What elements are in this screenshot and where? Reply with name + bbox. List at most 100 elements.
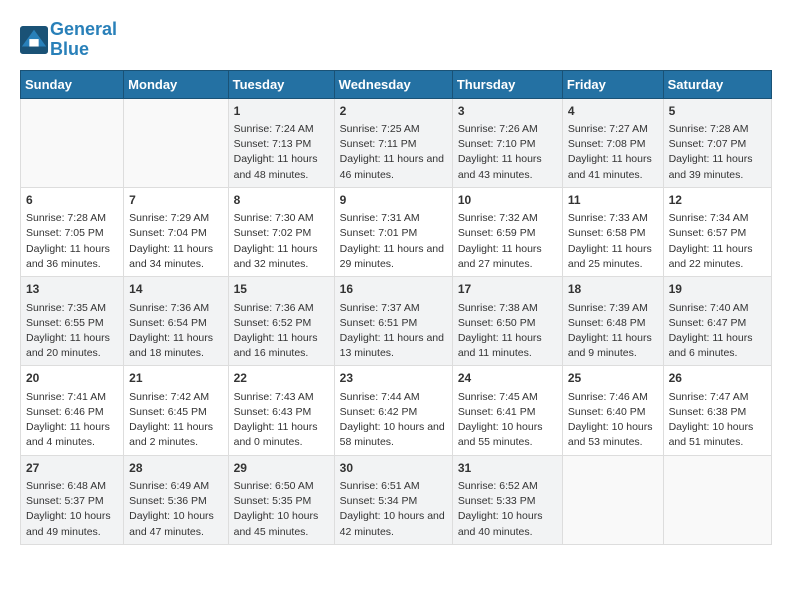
- day-info: Daylight: 10 hours and 51 minutes.: [669, 420, 766, 450]
- calendar-cell: 23Sunrise: 7:44 AMSunset: 6:42 PMDayligh…: [334, 366, 452, 455]
- day-number: 30: [340, 460, 447, 477]
- day-info: Daylight: 11 hours and 13 minutes.: [340, 331, 447, 361]
- day-number: 29: [234, 460, 329, 477]
- day-info: Sunrise: 7:36 AM: [234, 301, 329, 316]
- day-info: Daylight: 10 hours and 49 minutes.: [26, 509, 118, 539]
- logo: General Blue: [20, 20, 117, 60]
- day-info: Sunrise: 7:26 AM: [458, 122, 557, 137]
- day-info: Sunset: 6:50 PM: [458, 316, 557, 331]
- day-info: Sunset: 5:34 PM: [340, 494, 447, 509]
- day-info: Sunset: 6:41 PM: [458, 405, 557, 420]
- day-info: Daylight: 10 hours and 58 minutes.: [340, 420, 447, 450]
- calendar-cell: 21 Sunrise: 7:42 AMSunset: 6:45 PMDayligh…: [124, 366, 228, 455]
- day-info: Daylight: 11 hours and 20 minutes.: [26, 331, 118, 361]
- day-info: Sunrise: 7:38 AM: [458, 301, 557, 316]
- header: General Blue: [20, 20, 772, 60]
- day-number: 27: [26, 460, 118, 477]
- calendar-cell: 13Sunrise: 7:35 AMSunset: 6:55 PMDayligh…: [21, 277, 124, 366]
- day-info: Daylight: 11 hours and 34 minutes.: [129, 242, 222, 272]
- day-info: Daylight: 10 hours and 55 minutes.: [458, 420, 557, 450]
- day-number: 14: [129, 281, 222, 298]
- day-info: Sunrise: 7:45 AM: [458, 390, 557, 405]
- day-info: Sunrise: 7:25 AM: [340, 122, 447, 137]
- day-number: 8: [234, 192, 329, 209]
- calendar-table: SundayMondayTuesdayWednesdayThursdayFrid…: [20, 70, 772, 545]
- day-number: 20: [26, 370, 118, 387]
- day-number: 5: [669, 103, 766, 120]
- day-info: Sunrise: 7:30 AM: [234, 211, 329, 226]
- day-info: Sunrise: 7:33 AM: [568, 211, 658, 226]
- day-number: 19: [669, 281, 766, 298]
- day-number: 24: [458, 370, 557, 387]
- calendar-row: 6Sunrise: 7:28 AMSunset: 7:05 PMDaylight…: [21, 187, 772, 276]
- day-info: Sunrise: 6:51 AM: [340, 479, 447, 494]
- day-info: Sunrise: 7:47 AM: [669, 390, 766, 405]
- day-info: Sunrise: 7:29 AM: [129, 211, 222, 226]
- day-number: 21: [129, 370, 222, 387]
- day-info: Sunset: 6:48 PM: [568, 316, 658, 331]
- day-info: Sunrise: 7:40 AM: [669, 301, 766, 316]
- day-info: Sunset: 7:11 PM: [340, 137, 447, 152]
- calendar-cell: 4Sunrise: 7:27 AMSunset: 7:08 PMDaylight…: [562, 98, 663, 187]
- day-info: Daylight: 11 hours and 9 minutes.: [568, 331, 658, 361]
- calendar-cell: 22Sunrise: 7:43 AMSunset: 6:43 PMDayligh…: [228, 366, 334, 455]
- day-info: Daylight: 11 hours and 36 minutes.: [26, 242, 118, 272]
- day-info: Sunset: 6:46 PM: [26, 405, 118, 420]
- day-info: Sunrise: 7:39 AM: [568, 301, 658, 316]
- day-number: 15: [234, 281, 329, 298]
- weekday-header: Thursday: [452, 70, 562, 98]
- day-info: Daylight: 10 hours and 40 minutes.: [458, 509, 557, 539]
- calendar-cell: 28Sunrise: 6:49 AMSunset: 5:36 PMDayligh…: [124, 455, 228, 544]
- weekday-header: Saturday: [663, 70, 771, 98]
- day-info: Sunset: 5:33 PM: [458, 494, 557, 509]
- day-info: Sunset: 6:40 PM: [568, 405, 658, 420]
- day-info: Sunrise: 7:42 AM: [129, 390, 222, 405]
- day-number: 28: [129, 460, 222, 477]
- day-info: Daylight: 11 hours and 2 minutes.: [129, 420, 222, 450]
- calendar-cell: 10Sunrise: 7:32 AMSunset: 6:59 PMDayligh…: [452, 187, 562, 276]
- day-info: Sunset: 6:45 PM: [129, 405, 222, 420]
- day-info: Sunrise: 7:43 AM: [234, 390, 329, 405]
- day-info: Sunrise: 6:52 AM: [458, 479, 557, 494]
- weekday-header: Tuesday: [228, 70, 334, 98]
- day-number: 16: [340, 281, 447, 298]
- day-number: 17: [458, 281, 557, 298]
- day-number: 3: [458, 103, 557, 120]
- calendar-cell: 7Sunrise: 7:29 AMSunset: 7:04 PMDaylight…: [124, 187, 228, 276]
- weekday-header: Wednesday: [334, 70, 452, 98]
- day-info: Sunrise: 7:32 AM: [458, 211, 557, 226]
- calendar-cell: [663, 455, 771, 544]
- day-info: Sunset: 6:51 PM: [340, 316, 447, 331]
- calendar-cell: 11Sunrise: 7:33 AMSunset: 6:58 PMDayligh…: [562, 187, 663, 276]
- day-info: Sunrise: 7:28 AM: [669, 122, 766, 137]
- day-info: Sunrise: 6:50 AM: [234, 479, 329, 494]
- day-number: 25: [568, 370, 658, 387]
- calendar-cell: 24 Sunrise: 7:45 AMSunset: 6:41 PMDayligh…: [452, 366, 562, 455]
- calendar-header: SundayMondayTuesdayWednesdayThursdayFrid…: [21, 70, 772, 98]
- weekday-header: Monday: [124, 70, 228, 98]
- calendar-cell: [124, 98, 228, 187]
- calendar-cell: 12Sunrise: 7:34 AMSunset: 6:57 PMDayligh…: [663, 187, 771, 276]
- day-info: Daylight: 10 hours and 47 minutes.: [129, 509, 222, 539]
- weekday-header: Friday: [562, 70, 663, 98]
- calendar-cell: 8Sunrise: 7:30 AMSunset: 7:02 PMDaylight…: [228, 187, 334, 276]
- day-info: Sunset: 7:05 PM: [26, 226, 118, 241]
- day-info: Sunrise: 7:31 AM: [340, 211, 447, 226]
- calendar-cell: 16Sunrise: 7:37 AMSunset: 6:51 PMDayligh…: [334, 277, 452, 366]
- day-number: 18: [568, 281, 658, 298]
- calendar-cell: 15Sunrise: 7:36 AMSunset: 6:52 PMDayligh…: [228, 277, 334, 366]
- day-number: 6: [26, 192, 118, 209]
- calendar-cell: 5Sunrise: 7:28 AMSunset: 7:07 PMDaylight…: [663, 98, 771, 187]
- day-info: Sunset: 6:42 PM: [340, 405, 447, 420]
- day-info: Sunset: 7:08 PM: [568, 137, 658, 152]
- calendar-cell: 30Sunrise: 6:51 AMSunset: 5:34 PMDayligh…: [334, 455, 452, 544]
- day-info: Sunset: 6:54 PM: [129, 316, 222, 331]
- day-number: 4: [568, 103, 658, 120]
- day-info: Sunset: 5:35 PM: [234, 494, 329, 509]
- day-number: 13: [26, 281, 118, 298]
- calendar-row: 1Sunrise: 7:24 AMSunset: 7:13 PMDaylight…: [21, 98, 772, 187]
- day-info: Sunrise: 7:24 AM: [234, 122, 329, 137]
- day-number: 26: [669, 370, 766, 387]
- day-info: Sunset: 6:47 PM: [669, 316, 766, 331]
- day-info: Daylight: 11 hours and 18 minutes.: [129, 331, 222, 361]
